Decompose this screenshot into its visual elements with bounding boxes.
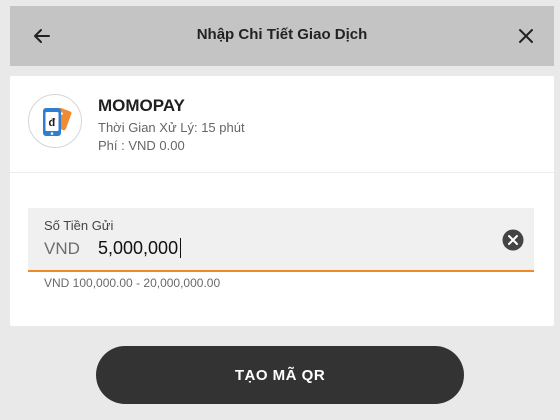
fee-text: Phí : VND 0.00 — [98, 138, 185, 153]
provider-name: MOMOPAY — [98, 96, 185, 115]
amount-label: Số Tiền Gửi — [44, 218, 114, 233]
momopay-logo-icon: đ — [28, 94, 82, 148]
create-qr-button[interactable]: TẠO MÃ QR — [96, 346, 464, 404]
amount-currency: VND — [44, 239, 80, 258]
close-icon[interactable] — [514, 24, 538, 48]
clear-icon[interactable] — [502, 229, 524, 251]
top-header: Nhập Chi Tiết Giao Dịch — [10, 6, 554, 66]
amount-value[interactable]: 5,000,000 — [98, 238, 182, 258]
amount-range: VND 100,000.00 - 20,000,000.00 — [44, 276, 221, 290]
processing-time: Thời Gian Xử Lý: 15 phút — [98, 120, 245, 135]
page-title: Nhập Chi Tiết Giao Dịch — [196, 26, 368, 43]
amount-input[interactable]: Số Tiền Gửi VND 5,000,000 — [28, 208, 534, 272]
svg-text:đ: đ — [49, 117, 56, 129]
transaction-card: đ MOMOPAY Thời Gian Xử Lý: 15 phút Phí :… — [10, 76, 554, 326]
provider-section: đ MOMOPAY Thời Gian Xử Lý: 15 phút Phí :… — [10, 76, 554, 173]
